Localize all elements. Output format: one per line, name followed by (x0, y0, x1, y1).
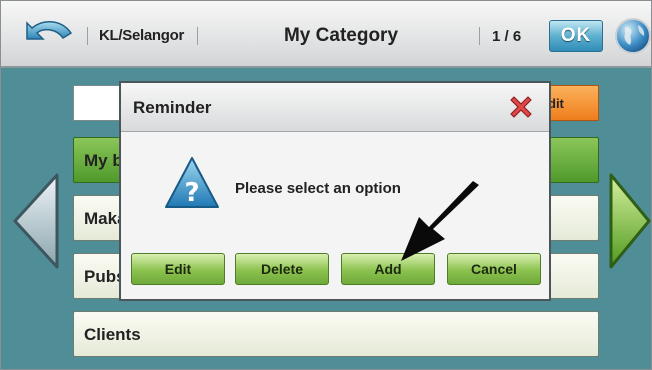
list-item-label: My b (84, 151, 123, 170)
separator (197, 27, 198, 45)
list-item[interactable]: Clients (73, 311, 599, 357)
close-icon[interactable] (507, 93, 535, 121)
top-bar: KL/Selangor My Category 1 / 6 OK (1, 1, 651, 68)
separator (87, 27, 88, 45)
dialog-header: Reminder (121, 83, 549, 132)
back-icon[interactable] (23, 17, 75, 51)
page-indicator: 1 / 6 (492, 28, 522, 45)
question-icon: ? (165, 157, 219, 208)
ok-button[interactable]: OK (549, 20, 603, 52)
delete-button[interactable]: Delete (235, 253, 329, 285)
reminder-dialog: Reminder ? Please select an option Edit … (119, 81, 551, 301)
globe-icon[interactable] (611, 18, 651, 54)
right-arrow-icon[interactable] (607, 171, 651, 271)
dialog-title: Reminder (133, 98, 212, 117)
svg-text:?: ? (184, 178, 199, 208)
edit-button[interactable]: Edit (131, 253, 225, 285)
app-screen: KL/Selangor My Category 1 / 6 OK dit My … (0, 0, 652, 370)
dialog-message: Please select an option (235, 180, 401, 197)
pointer-arrow-icon (401, 181, 479, 261)
separator (479, 27, 480, 45)
list-item-label: Clients (84, 325, 141, 344)
location-label: KL/Selangor (99, 27, 185, 44)
left-arrow-icon[interactable] (11, 171, 61, 271)
page-title: My Category (283, 25, 399, 46)
